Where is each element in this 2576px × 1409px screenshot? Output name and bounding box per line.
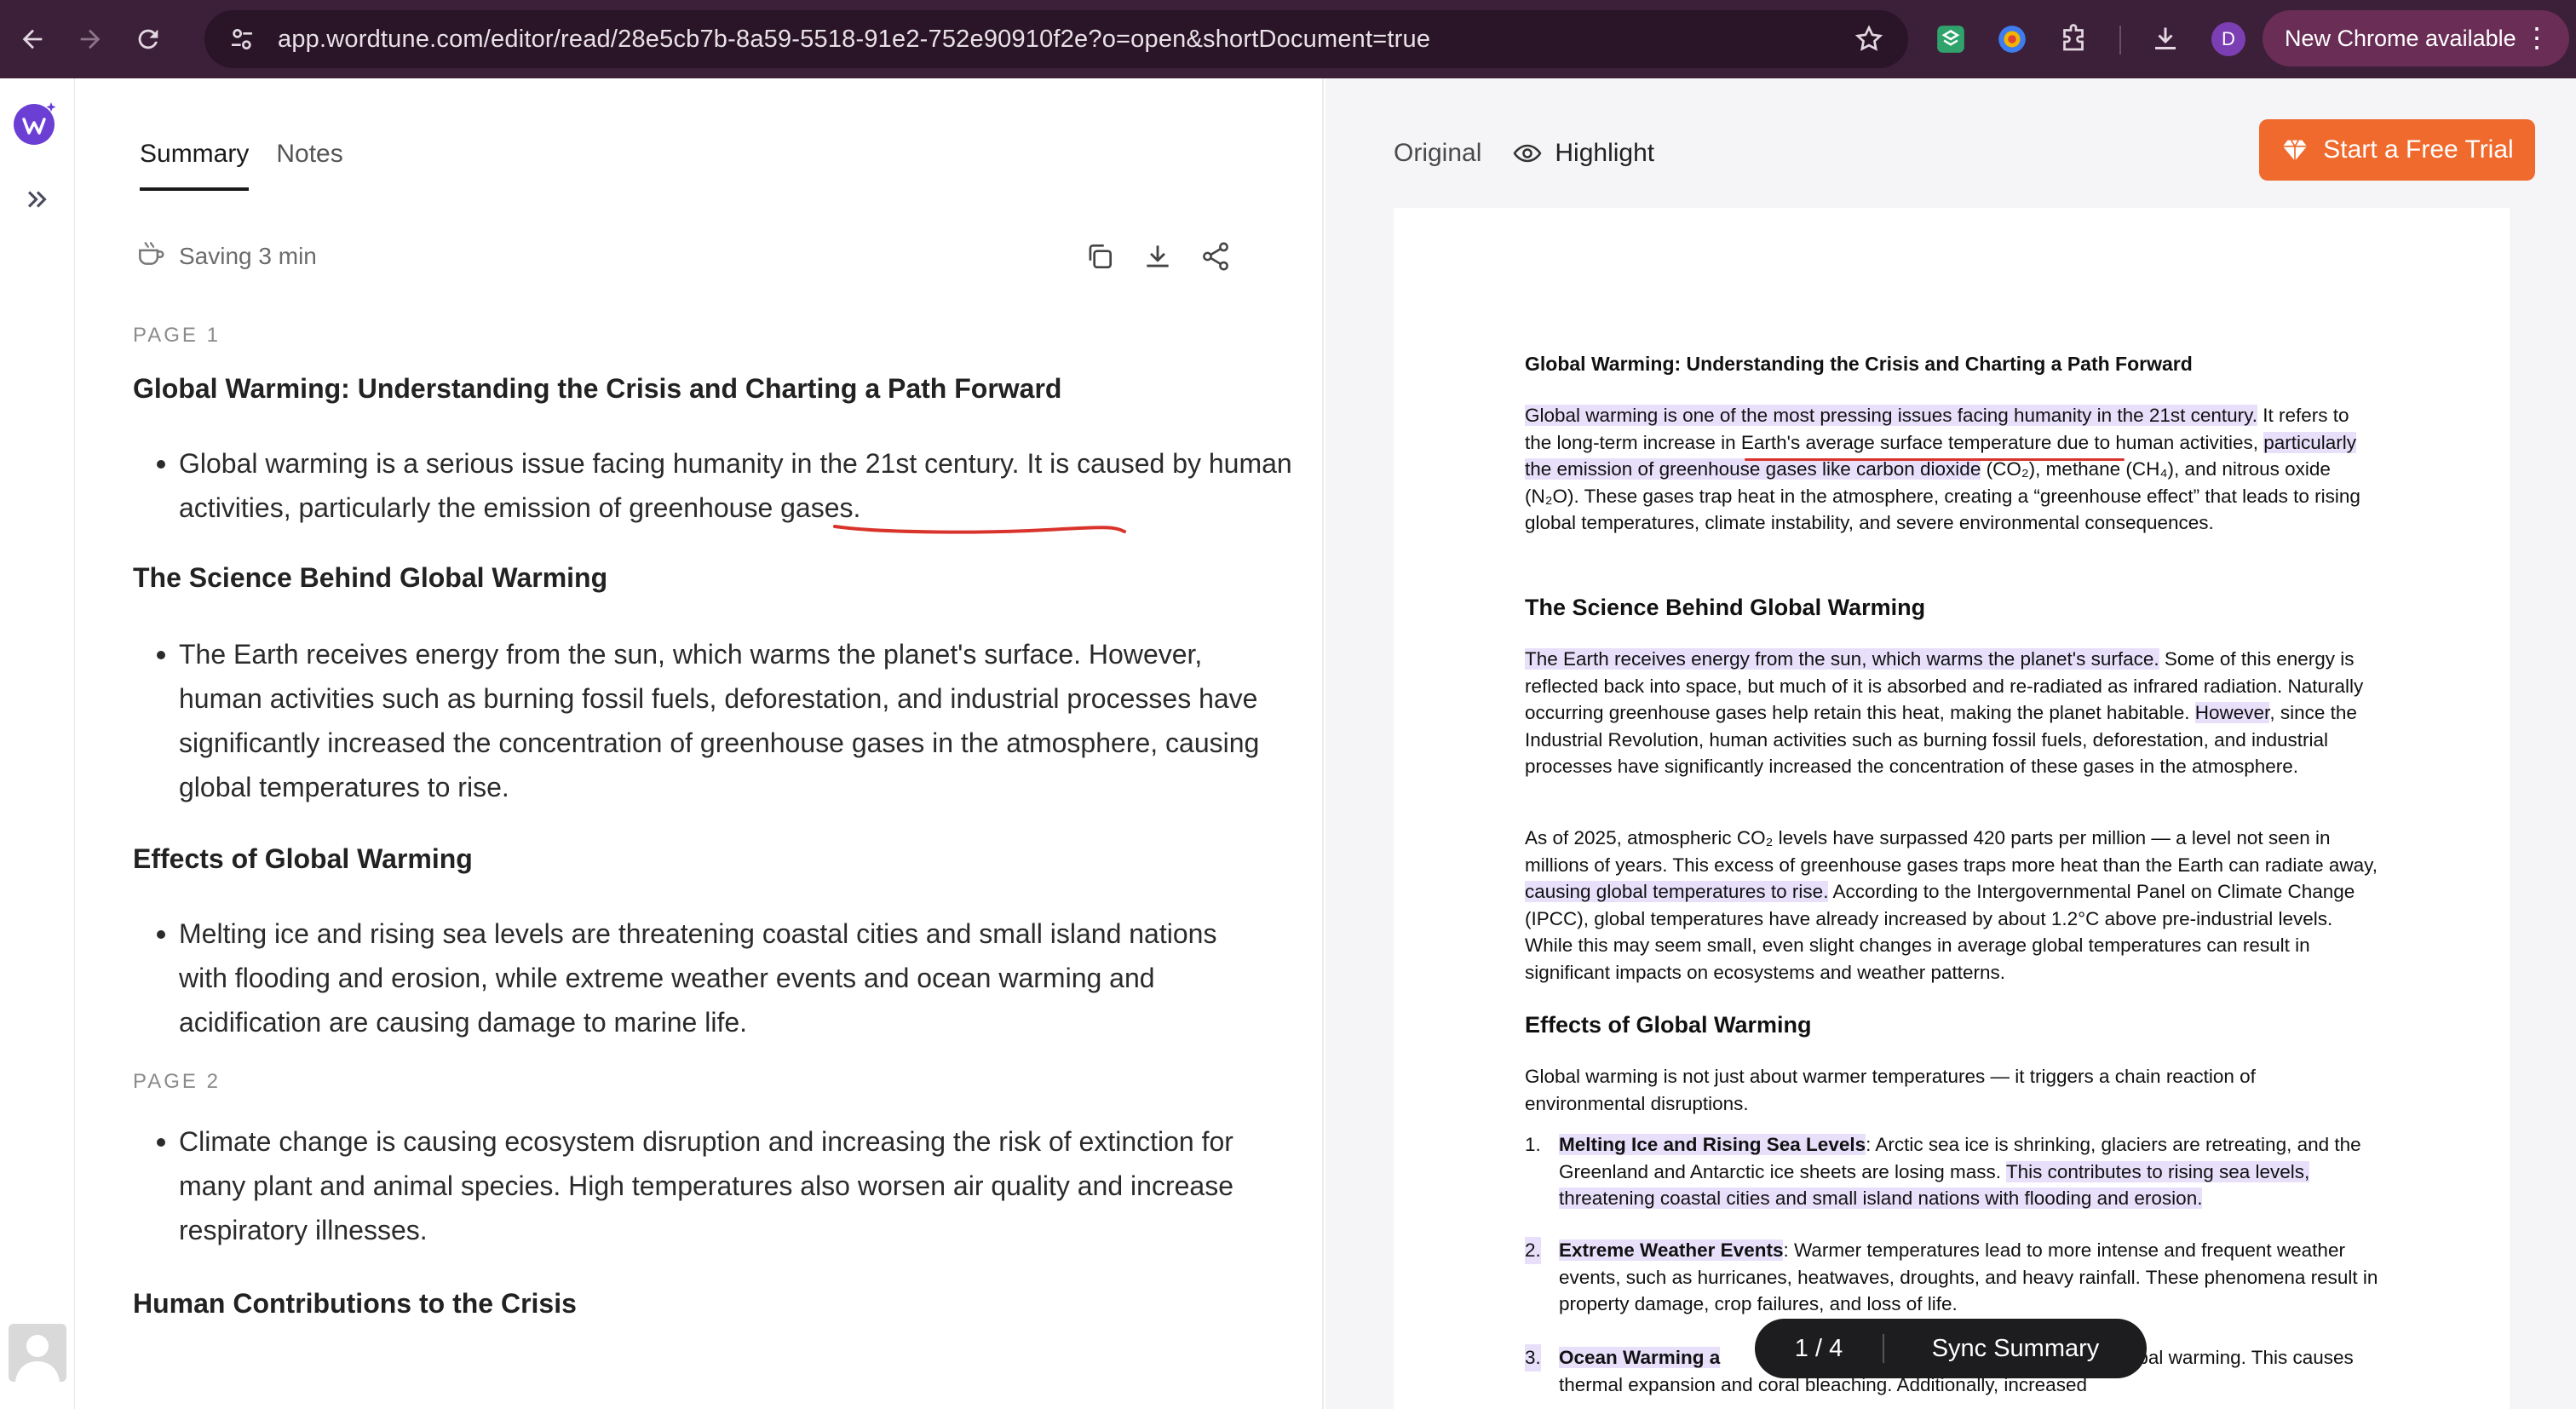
doc-heading: The Science Behind Global Warming xyxy=(1525,595,1926,620)
extension-color-icon[interactable] xyxy=(1993,20,2031,58)
time-saving-indicator: Saving 3 min xyxy=(135,237,317,275)
highlight-label: Highlight xyxy=(1555,139,1655,167)
profile-avatar[interactable]: D xyxy=(2211,22,2245,56)
reload-icon xyxy=(138,29,158,49)
item-title[interactable]: Extreme Weather Events xyxy=(1559,1239,1784,1261)
tab-original[interactable]: Original xyxy=(1394,139,1481,168)
share-icon[interactable] xyxy=(1198,239,1233,274)
sync-summary-button[interactable]: Sync Summary xyxy=(1884,1335,2147,1363)
item-number: 1. xyxy=(1525,1134,1541,1155)
summary-panel: Summary Notes Saving 3 min PAGE 1 Global… xyxy=(77,78,1360,1409)
trial-label: Start a Free Trial xyxy=(2323,135,2514,164)
saving-text: Saving 3 min xyxy=(179,242,317,269)
original-tabs: Original Highlight xyxy=(1394,138,1654,169)
extension-green-icon[interactable] xyxy=(1932,20,1969,58)
linked-underline xyxy=(1745,458,2125,461)
item-title[interactable]: Melting Ice and Rising Sea Levels xyxy=(1559,1134,1866,1155)
tab-notes[interactable]: Notes xyxy=(276,140,342,191)
doc-paragraph: Global warming is not just about warmer … xyxy=(1525,1066,2256,1114)
tab-summary[interactable]: Summary xyxy=(140,140,250,191)
coffee-cup-icon xyxy=(135,237,167,275)
forward-button[interactable] xyxy=(65,14,116,65)
reload-button[interactable] xyxy=(123,14,174,65)
new-chrome-label: New Chrome available xyxy=(2285,25,2516,51)
highlighted-text[interactable]: However xyxy=(2194,702,2270,723)
doc-title: Global Warming: Understanding the Crisis… xyxy=(1525,353,2193,375)
numbered-item: 1. Melting Ice and Rising Sea Levels: Ar… xyxy=(1525,1131,2380,1212)
wordtune-logo-icon[interactable] xyxy=(12,99,60,147)
site-settings-icon[interactable] xyxy=(225,22,259,56)
user-avatar[interactable] xyxy=(9,1324,66,1382)
left-rail xyxy=(0,78,75,1409)
summary-toolbar xyxy=(1082,239,1233,274)
page-label: PAGE 2 xyxy=(133,1070,221,1093)
page-indicator[interactable]: 1 / 4 xyxy=(1755,1335,1883,1363)
paragraph-text: As of 2025, atmospheric CO₂ levels have … xyxy=(1525,827,2378,876)
original-document: Global Warming: Understanding the Crisis… xyxy=(1394,208,2510,1409)
summary-bullet[interactable]: Global warming is a serious issue facing… xyxy=(157,441,1320,530)
bookmark-star-icon[interactable] xyxy=(1854,24,1884,55)
doc-paragraph: The Earth receives energy from the sun, … xyxy=(1525,646,2380,780)
diamond-icon xyxy=(2283,140,2308,161)
item-number: 3. xyxy=(1525,1344,1541,1372)
arrow-right-icon xyxy=(80,29,101,49)
highlighted-text[interactable]: Global warming is one of the most pressi… xyxy=(1525,405,2258,426)
item-number: 2. xyxy=(1525,1237,1541,1264)
address-bar[interactable]: app.wordtune.com/editor/read/28e5cb7b-8a… xyxy=(204,10,1908,68)
download-icon[interactable] xyxy=(2147,20,2184,58)
arrow-left-icon xyxy=(22,29,43,49)
eye-icon xyxy=(1513,144,1542,163)
summary-tabs: Summary Notes xyxy=(140,140,343,191)
section-title: The Science Behind Global Warming xyxy=(133,562,608,593)
new-chrome-button[interactable]: New Chrome available ⋮ xyxy=(2263,10,2569,66)
extensions-puzzle-icon[interactable] xyxy=(2055,20,2092,58)
section-title: Global Warming: Understanding the Crisis… xyxy=(133,373,1062,404)
numbered-item: 2. Extreme Weather Events: Warmer temper… xyxy=(1525,1237,2380,1318)
tab-highlight[interactable]: Highlight xyxy=(1512,138,1654,169)
highlight-squiggle xyxy=(833,525,1126,534)
highlighted-text[interactable]: The Earth receives energy from the sun, … xyxy=(1525,648,2159,670)
summary-bullet[interactable]: The Earth receives energy from the sun, … xyxy=(157,632,1278,809)
toolbar-divider xyxy=(2119,26,2121,55)
page-label: PAGE 1 xyxy=(133,324,221,347)
expand-sidebar-icon[interactable] xyxy=(19,181,56,218)
original-panel: Original Highlight Start a Free Trial Gl… xyxy=(1325,78,2576,1409)
highlighted-text[interactable]: causing global temperatures to rise. xyxy=(1525,881,1829,902)
doc-paragraph: Global warming is one of the most pressi… xyxy=(1525,402,2380,537)
back-button[interactable] xyxy=(7,14,58,65)
doc-heading: Effects of Global Warming xyxy=(1525,1012,1812,1038)
copy-icon[interactable] xyxy=(1082,239,1118,274)
section-title: Human Contributions to the Crisis xyxy=(133,1288,577,1319)
url-text[interactable]: app.wordtune.com/editor/read/28e5cb7b-8a… xyxy=(278,26,1430,54)
doc-paragraph: As of 2025, atmospheric CO₂ levels have … xyxy=(1525,825,2380,986)
section-title: Effects of Global Warming xyxy=(133,843,473,874)
summary-bullet[interactable]: Melting ice and rising sea levels are th… xyxy=(157,912,1252,1044)
kebab-menu-icon[interactable]: ⋮ xyxy=(2523,20,2550,55)
download-summary-icon[interactable] xyxy=(1140,239,1176,274)
start-free-trial-button[interactable]: Start a Free Trial xyxy=(2259,119,2535,181)
item-title[interactable]: Ocean Warming a xyxy=(1559,1347,1721,1368)
page-sync-bar: 1 / 4 Sync Summary xyxy=(1755,1319,2147,1378)
summary-bullet[interactable]: Climate change is causing ecosystem disr… xyxy=(157,1119,1252,1252)
browser-toolbar: app.wordtune.com/editor/read/28e5cb7b-8a… xyxy=(0,0,2576,78)
